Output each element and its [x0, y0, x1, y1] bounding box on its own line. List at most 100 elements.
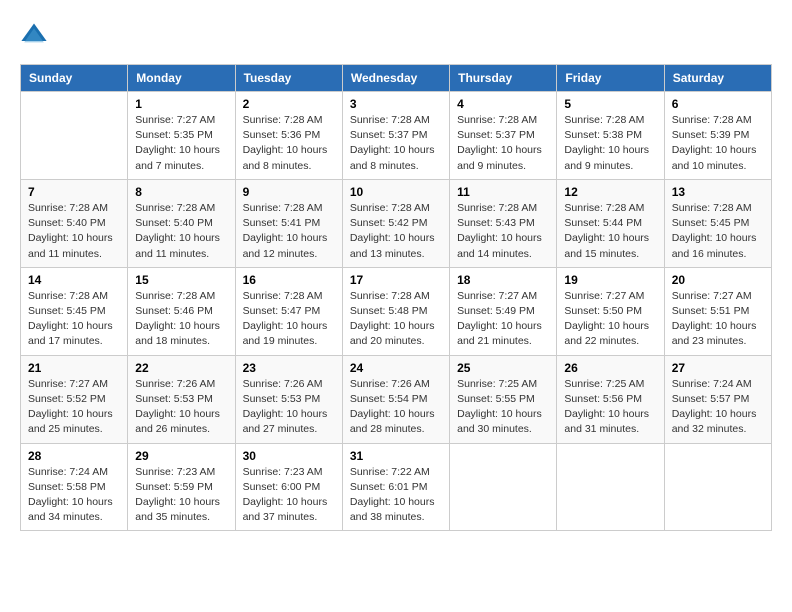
- day-info: Sunrise: 7:28 AM Sunset: 5:45 PM Dayligh…: [28, 290, 113, 348]
- day-number: 31: [350, 449, 442, 463]
- day-cell: [21, 92, 128, 180]
- day-number: 13: [672, 185, 764, 199]
- day-cell: 31 Sunrise: 7:22 AM Sunset: 6:01 PM Dayli…: [342, 443, 449, 531]
- day-cell: 23Sunrise: 7:26 AM Sunset: 5:53 PM Dayli…: [235, 355, 342, 443]
- day-info: Sunrise: 7:28 AM Sunset: 5:37 PM Dayligh…: [457, 114, 542, 172]
- day-number: 10: [350, 185, 442, 199]
- day-info: Sunrise: 7:27 AM Sunset: 5:52 PM Dayligh…: [28, 378, 113, 436]
- day-cell: [664, 443, 771, 531]
- day-number: 1: [135, 97, 227, 111]
- day-cell: 14 Sunrise: 7:28 AM Sunset: 5:45 PM Dayli…: [21, 267, 128, 355]
- day-number: 18: [457, 273, 549, 287]
- day-cell: 1 Sunrise: 7:27 AM Sunset: 5:35 PM Daylig…: [128, 92, 235, 180]
- week-row-1: 1 Sunrise: 7:27 AM Sunset: 5:35 PM Daylig…: [21, 92, 772, 180]
- day-number: 28: [28, 449, 120, 463]
- header-cell-monday: Monday: [128, 65, 235, 92]
- day-cell: 8Sunrise: 7:28 AM Sunset: 5:40 PM Daylig…: [128, 179, 235, 267]
- day-number: 6: [672, 97, 764, 111]
- logo-icon: [20, 20, 48, 48]
- day-cell: 6Sunrise: 7:28 AM Sunset: 5:39 PM Daylig…: [664, 92, 771, 180]
- day-cell: 26Sunrise: 7:25 AM Sunset: 5:56 PM Dayli…: [557, 355, 664, 443]
- day-cell: 25 Sunrise: 7:25 AM Sunset: 5:55 PM Dayli…: [450, 355, 557, 443]
- day-number: 27: [672, 361, 764, 375]
- week-row-3: 14 Sunrise: 7:28 AM Sunset: 5:45 PM Dayli…: [21, 267, 772, 355]
- day-cell: 30Sunrise: 7:23 AM Sunset: 6:00 PM Dayli…: [235, 443, 342, 531]
- day-info: Sunrise: 7:24 AM Sunset: 5:57 PM Dayligh…: [672, 378, 757, 436]
- day-cell: 15 Sunrise: 7:28 AM Sunset: 5:46 PM Dayli…: [128, 267, 235, 355]
- day-cell: 4Sunrise: 7:28 AM Sunset: 5:37 PM Daylig…: [450, 92, 557, 180]
- header-row: SundayMondayTuesdayWednesdayThursdayFrid…: [21, 65, 772, 92]
- week-row-2: 7 Sunrise: 7:28 AM Sunset: 5:40 PM Daylig…: [21, 179, 772, 267]
- day-info: Sunrise: 7:22 AM Sunset: 6:01 PM Dayligh…: [350, 466, 435, 524]
- day-number: 7: [28, 185, 120, 199]
- week-row-5: 28 Sunrise: 7:24 AM Sunset: 5:58 PM Dayli…: [21, 443, 772, 531]
- day-cell: 19 Sunrise: 7:27 AM Sunset: 5:50 PM Dayli…: [557, 267, 664, 355]
- day-info: Sunrise: 7:25 AM Sunset: 5:56 PM Dayligh…: [564, 378, 649, 436]
- day-info: Sunrise: 7:28 AM Sunset: 5:46 PM Dayligh…: [135, 290, 220, 348]
- day-cell: 17Sunrise: 7:28 AM Sunset: 5:48 PM Dayli…: [342, 267, 449, 355]
- day-cell: 12 Sunrise: 7:28 AM Sunset: 5:44 PM Dayli…: [557, 179, 664, 267]
- day-cell: 7 Sunrise: 7:28 AM Sunset: 5:40 PM Daylig…: [21, 179, 128, 267]
- day-cell: 21 Sunrise: 7:27 AM Sunset: 5:52 PM Dayli…: [21, 355, 128, 443]
- day-info: Sunrise: 7:28 AM Sunset: 5:36 PM Dayligh…: [243, 114, 328, 172]
- day-info: Sunrise: 7:28 AM Sunset: 5:37 PM Dayligh…: [350, 114, 435, 172]
- day-info: Sunrise: 7:28 AM Sunset: 5:40 PM Dayligh…: [28, 202, 113, 260]
- day-number: 2: [243, 97, 335, 111]
- day-info: Sunrise: 7:26 AM Sunset: 5:54 PM Dayligh…: [350, 378, 435, 436]
- day-info: Sunrise: 7:28 AM Sunset: 5:40 PM Dayligh…: [135, 202, 220, 260]
- day-info: Sunrise: 7:23 AM Sunset: 6:00 PM Dayligh…: [243, 466, 328, 524]
- day-number: 16: [243, 273, 335, 287]
- header-cell-tuesday: Tuesday: [235, 65, 342, 92]
- day-cell: 9 Sunrise: 7:28 AM Sunset: 5:41 PM Daylig…: [235, 179, 342, 267]
- day-cell: 20 Sunrise: 7:27 AM Sunset: 5:51 PM Dayli…: [664, 267, 771, 355]
- day-number: 29: [135, 449, 227, 463]
- day-info: Sunrise: 7:27 AM Sunset: 5:51 PM Dayligh…: [672, 290, 757, 348]
- day-number: 9: [243, 185, 335, 199]
- day-info: Sunrise: 7:28 AM Sunset: 5:42 PM Dayligh…: [350, 202, 435, 260]
- day-cell: 22Sunrise: 7:26 AM Sunset: 5:53 PM Dayli…: [128, 355, 235, 443]
- day-cell: 29 Sunrise: 7:23 AM Sunset: 5:59 PM Dayli…: [128, 443, 235, 531]
- day-info: Sunrise: 7:28 AM Sunset: 5:41 PM Dayligh…: [243, 202, 328, 260]
- day-number: 20: [672, 273, 764, 287]
- day-number: 5: [564, 97, 656, 111]
- week-row-4: 21 Sunrise: 7:27 AM Sunset: 5:52 PM Dayli…: [21, 355, 772, 443]
- header-cell-sunday: Sunday: [21, 65, 128, 92]
- day-info: Sunrise: 7:28 AM Sunset: 5:43 PM Dayligh…: [457, 202, 542, 260]
- day-number: 21: [28, 361, 120, 375]
- day-cell: 16 Sunrise: 7:28 AM Sunset: 5:47 PM Dayli…: [235, 267, 342, 355]
- day-info: Sunrise: 7:27 AM Sunset: 5:35 PM Dayligh…: [135, 114, 220, 172]
- day-info: Sunrise: 7:23 AM Sunset: 5:59 PM Dayligh…: [135, 466, 220, 524]
- header-cell-wednesday: Wednesday: [342, 65, 449, 92]
- day-number: 15: [135, 273, 227, 287]
- day-info: Sunrise: 7:27 AM Sunset: 5:49 PM Dayligh…: [457, 290, 542, 348]
- header-cell-friday: Friday: [557, 65, 664, 92]
- page-header: [20, 20, 772, 48]
- day-cell: 10 Sunrise: 7:28 AM Sunset: 5:42 PM Dayli…: [342, 179, 449, 267]
- day-number: 3: [350, 97, 442, 111]
- day-cell: 3 Sunrise: 7:28 AM Sunset: 5:37 PM Daylig…: [342, 92, 449, 180]
- day-info: Sunrise: 7:27 AM Sunset: 5:50 PM Dayligh…: [564, 290, 649, 348]
- header-cell-thursday: Thursday: [450, 65, 557, 92]
- day-cell: 27 Sunrise: 7:24 AM Sunset: 5:57 PM Dayli…: [664, 355, 771, 443]
- day-info: Sunrise: 7:28 AM Sunset: 5:44 PM Dayligh…: [564, 202, 649, 260]
- day-number: 22: [135, 361, 227, 375]
- day-cell: [450, 443, 557, 531]
- day-number: 14: [28, 273, 120, 287]
- day-info: Sunrise: 7:24 AM Sunset: 5:58 PM Dayligh…: [28, 466, 113, 524]
- day-cell: 11 Sunrise: 7:28 AM Sunset: 5:43 PM Dayli…: [450, 179, 557, 267]
- day-info: Sunrise: 7:28 AM Sunset: 5:45 PM Dayligh…: [672, 202, 757, 260]
- day-cell: [557, 443, 664, 531]
- day-number: 19: [564, 273, 656, 287]
- day-info: Sunrise: 7:28 AM Sunset: 5:47 PM Dayligh…: [243, 290, 328, 348]
- day-number: 24: [350, 361, 442, 375]
- day-cell: 24 Sunrise: 7:26 AM Sunset: 5:54 PM Dayli…: [342, 355, 449, 443]
- day-number: 23: [243, 361, 335, 375]
- day-number: 25: [457, 361, 549, 375]
- day-cell: 18 Sunrise: 7:27 AM Sunset: 5:49 PM Dayli…: [450, 267, 557, 355]
- day-number: 12: [564, 185, 656, 199]
- logo: [20, 20, 52, 48]
- day-info: Sunrise: 7:25 AM Sunset: 5:55 PM Dayligh…: [457, 378, 542, 436]
- day-info: Sunrise: 7:28 AM Sunset: 5:48 PM Dayligh…: [350, 290, 435, 348]
- calendar-table: SundayMondayTuesdayWednesdayThursdayFrid…: [20, 64, 772, 531]
- day-number: 11: [457, 185, 549, 199]
